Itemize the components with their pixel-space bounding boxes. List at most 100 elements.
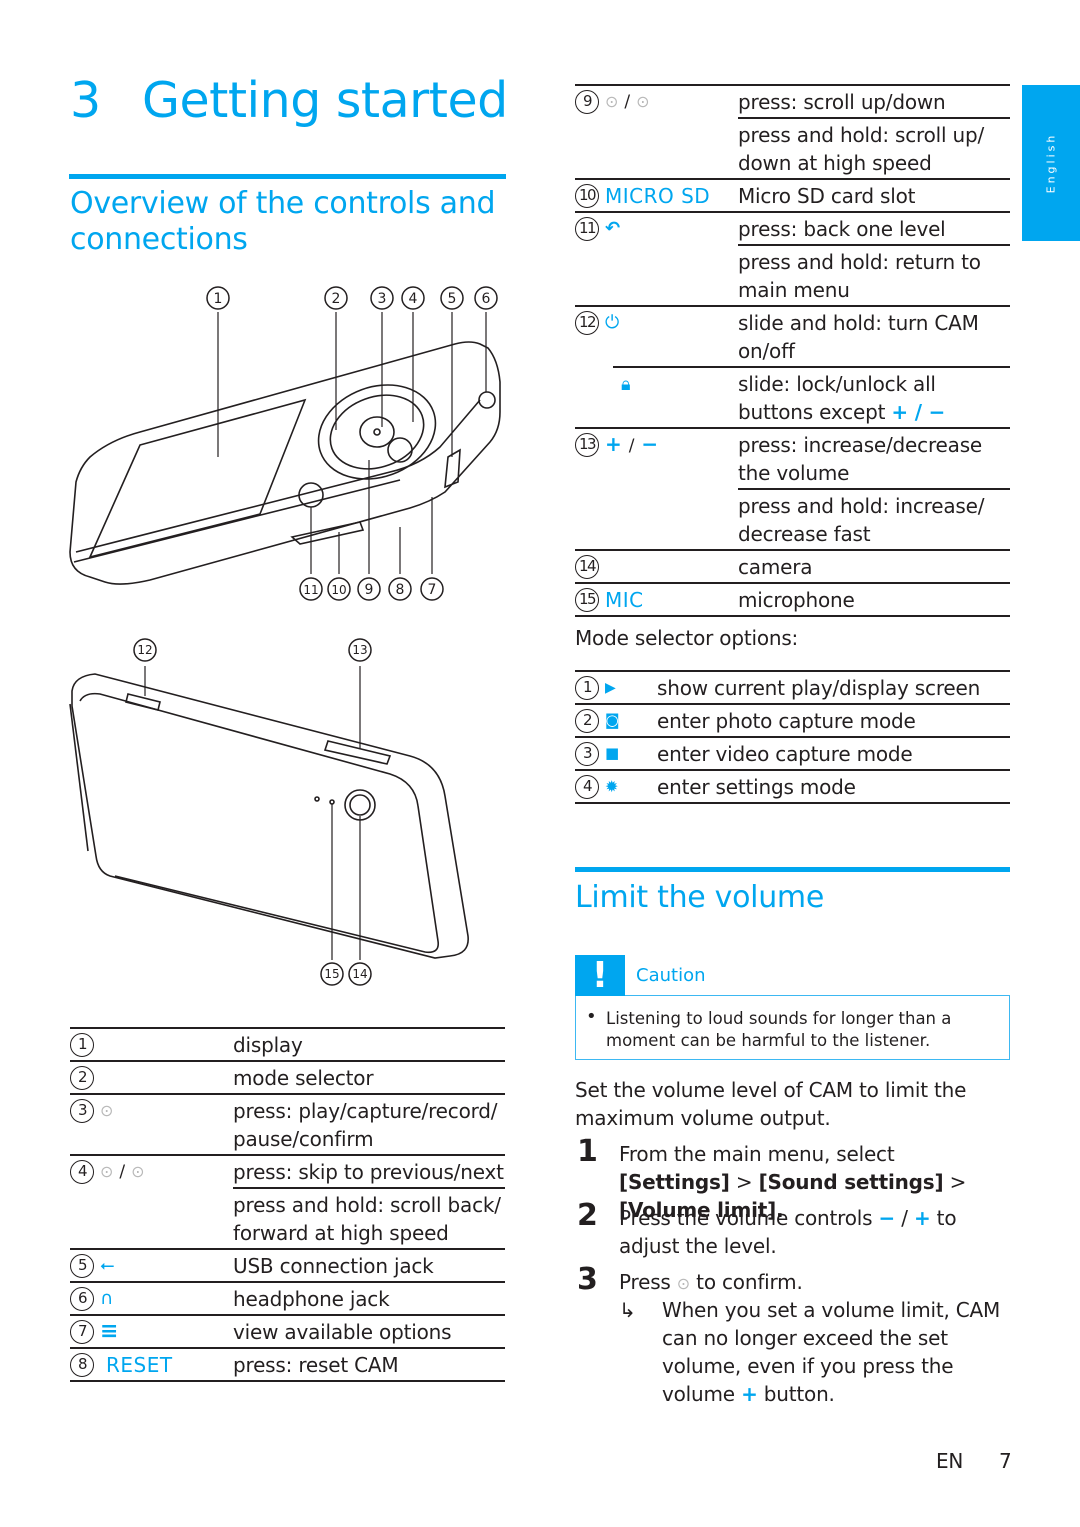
footer-language: EN <box>936 1449 964 1473</box>
svg-text:15: 15 <box>324 967 339 981</box>
svg-text:10: 10 <box>331 583 346 597</box>
power-icon: ⏻ <box>605 311 620 333</box>
result-text: button. <box>757 1382 835 1406</box>
item-description: press: play/capture/record/ pause/confir… <box>233 1099 498 1151</box>
item-number: 2 <box>70 1065 94 1090</box>
table-row: 3 ⊙ press: play/capture/record/ pause/co… <box>70 1095 505 1156</box>
section-title-overview: Overview of the controls and connections <box>70 186 496 258</box>
item-number: 15 <box>575 587 599 612</box>
volume-plus-icon: + <box>741 1382 758 1406</box>
mode-option-text: enter settings mode <box>657 775 856 799</box>
mode-option: 1 ▶ show current play/display screen <box>575 670 1010 705</box>
item-description: press and hold: scroll back/ forward at … <box>233 1193 501 1245</box>
volume-minus-icon: − <box>878 1206 896 1230</box>
section-title-line: Overview of the controls and <box>70 186 496 221</box>
device-front-diagram: 1 2 3 4 5 6 11 10 9 8 7 <box>69 286 501 601</box>
play-icon: ▶ <box>605 679 616 696</box>
item-number: 13 <box>575 432 599 457</box>
item-description: USB connection jack <box>233 1254 434 1278</box>
svg-text:6: 6 <box>482 291 491 307</box>
step-2-text: Press the volume controls − / + to adjus… <box>619 1204 1009 1260</box>
item-number: 6 <box>70 1286 94 1311</box>
section-rule <box>575 867 1010 872</box>
callout-8: 8 <box>388 577 412 601</box>
item-number: 7 <box>70 1319 94 1344</box>
section-rule <box>69 174 506 179</box>
table-row: 13 + / − press: increase/decrease the vo… <box>575 429 1010 551</box>
svg-text:5: 5 <box>448 291 457 307</box>
step-text: > <box>729 1170 759 1194</box>
volume-plus-minus-icon: + / − <box>605 432 659 456</box>
volume-plus-icon: + <box>913 1206 931 1230</box>
item-number: 5 <box>70 1253 94 1278</box>
item-description: press and hold: return to main menu <box>738 250 981 302</box>
mode-option: 2 ◙ enter photo capture mode <box>575 705 1010 738</box>
settings-gear-icon: ✹ <box>605 776 619 796</box>
svg-text:12: 12 <box>137 643 152 657</box>
item-number: 11 <box>575 216 599 241</box>
language-tab: English <box>1022 85 1080 241</box>
menu-path-sound-settings: [Sound settings] <box>758 1170 944 1194</box>
navigation-center-icon: ⊙ <box>676 1274 691 1293</box>
table-row: 2 mode selector <box>70 1062 505 1095</box>
table-row: 6 ∩ headphone jack <box>70 1283 505 1316</box>
item-description: headphone jack <box>233 1287 390 1311</box>
chapter-number: 3 <box>70 72 101 129</box>
step-number: 3 <box>577 1262 598 1297</box>
item-description: display <box>233 1033 303 1057</box>
mode-option-text: enter photo capture mode <box>657 709 916 733</box>
item-number: 9 <box>575 89 599 114</box>
item-number: 8 <box>70 1352 94 1377</box>
svg-text:4: 4 <box>409 291 418 307</box>
navigation-center-icon: ⊙ <box>100 1101 114 1120</box>
item-description: press: increase/decrease the volume <box>738 429 1010 490</box>
step-text: > <box>943 1170 967 1194</box>
item-number: 3 <box>575 741 599 766</box>
mode-selector-table: 1 ▶ show current play/display screen 2 ◙… <box>575 670 1010 804</box>
step-number: 2 <box>577 1198 598 1233</box>
caution-icon: ! <box>575 955 625 996</box>
callout-1: 1 <box>206 286 230 310</box>
volume-plus-minus-icon: + / − <box>891 400 946 424</box>
page-number: 7 <box>999 1449 1012 1473</box>
item-number: 1 <box>575 675 599 700</box>
item-number: 2 <box>575 708 599 733</box>
table-row: 5 ⭠ USB connection jack <box>70 1250 505 1283</box>
mic-label: MIC <box>605 587 644 612</box>
table-row: 11 ↶ press: back one level press and hol… <box>575 213 1010 307</box>
step-text: Press <box>619 1270 677 1294</box>
item-description: press and hold: increase/ decrease fast <box>738 494 985 546</box>
table-row: 12 ⏻ slide and hold: turn CAM on/off 🔒︎ … <box>575 307 1010 429</box>
table-row: 7 ≡ view available options <box>70 1316 505 1349</box>
item-number: 3 <box>70 1098 94 1123</box>
table-row: 10 MICRO SD Micro SD card slot <box>575 180 1010 213</box>
svg-text:1: 1 <box>214 291 223 307</box>
bullet-icon: • <box>586 1006 597 1027</box>
navigation-up-icon: ⊙ <box>605 92 619 111</box>
svg-text:11: 11 <box>303 583 318 597</box>
callout-2: 2 <box>324 286 348 310</box>
language-tab-label: English <box>1044 132 1058 194</box>
headphone-icon: ∩ <box>100 1287 114 1309</box>
callout-7: 7 <box>420 577 444 601</box>
mode-selector-intro: Mode selector options: <box>575 626 799 650</box>
item-number: 10 <box>575 183 599 208</box>
callout-13: 13 <box>348 638 372 662</box>
menu-path-settings: [Settings] <box>619 1170 730 1194</box>
callout-15: 15 <box>320 962 344 986</box>
navigation-left-icon: ⊙ <box>100 1162 114 1181</box>
callout-11: 11 <box>299 577 323 601</box>
caution-label: Caution <box>636 965 706 986</box>
section-title-limit-volume: Limit the volume <box>575 880 825 915</box>
table-row: 4 ⊙ / ⊙ press: skip to previous/next press… <box>70 1156 505 1250</box>
table-row: 14 camera <box>575 551 1010 584</box>
device-back-diagram: 12 13 15 14 <box>69 638 469 986</box>
controls-table-left: 1 display 2 mode selector 3 ⊙ press: pla… <box>70 1027 505 1382</box>
callout-9: 9 <box>357 577 381 601</box>
svg-text:8: 8 <box>396 582 405 598</box>
item-number: 14 <box>575 554 599 579</box>
table-row: 8 RESET press: reset CAM <box>70 1349 505 1382</box>
section-title-line: connections <box>70 222 248 257</box>
mode-option: 4 ✹ enter settings mode <box>575 771 1010 804</box>
step-text: to confirm. <box>690 1270 803 1294</box>
